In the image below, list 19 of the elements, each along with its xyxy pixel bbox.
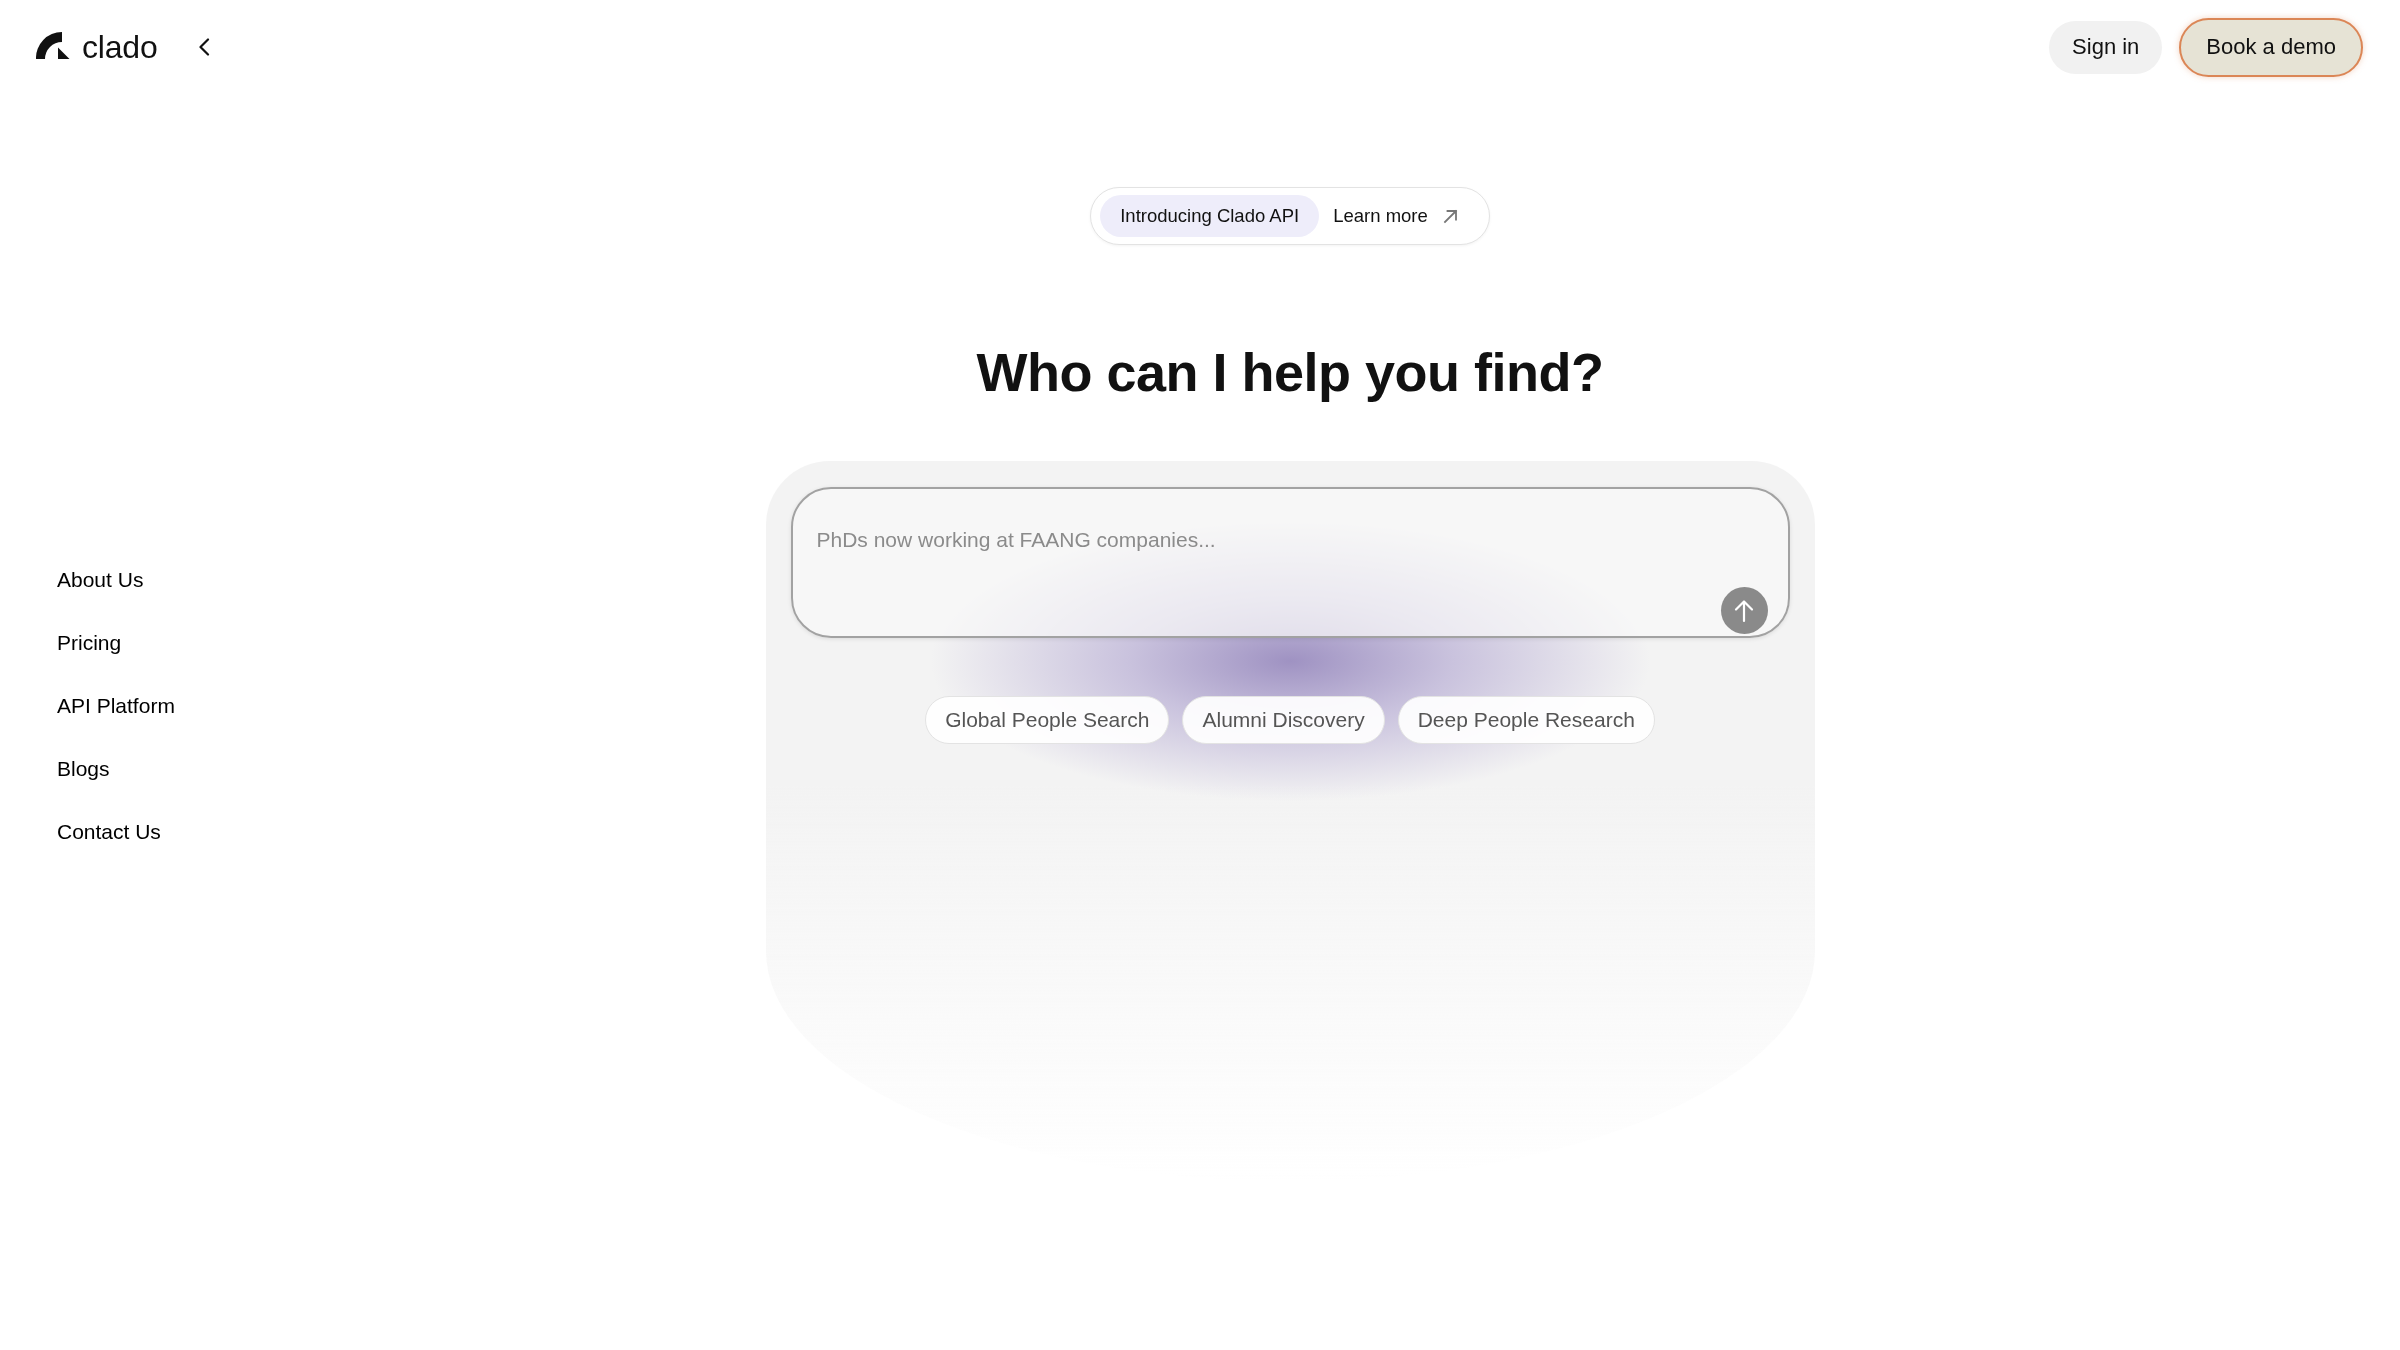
sidebar-link[interactable]: Pricing xyxy=(57,630,122,656)
logo-icon xyxy=(36,32,70,59)
arrow-up-right-icon xyxy=(1442,208,1458,224)
announcement-badge: Introducing Clado API xyxy=(1100,195,1320,237)
sidebar-link[interactable]: Contact Us xyxy=(57,819,161,845)
chevron-left-icon[interactable] xyxy=(197,38,210,56)
search-field[interactable]: PhDs now working at FAANG companies... xyxy=(790,487,1790,638)
suggestion-chip[interactable]: Global People Search xyxy=(925,696,1170,744)
learn-more-link[interactable]: Learn more xyxy=(1319,195,1479,237)
sidebar-link[interactable]: Blogs xyxy=(57,756,110,782)
suggestion-chip[interactable]: Alumni Discovery xyxy=(1182,696,1385,744)
logo-text: clado xyxy=(82,29,158,65)
page-heading: Who can I help you find? xyxy=(976,341,1604,404)
sidebar-link[interactable]: About Us xyxy=(57,567,144,593)
book-demo-button[interactable]: Book a demo xyxy=(2179,17,2363,77)
suggestion-chip[interactable]: Deep People Research xyxy=(1397,696,1655,744)
sidebar-link[interactable]: API Platform xyxy=(57,693,175,719)
sign-in-button[interactable]: Sign in xyxy=(2049,20,2163,74)
arrow-up-icon xyxy=(1733,598,1755,623)
